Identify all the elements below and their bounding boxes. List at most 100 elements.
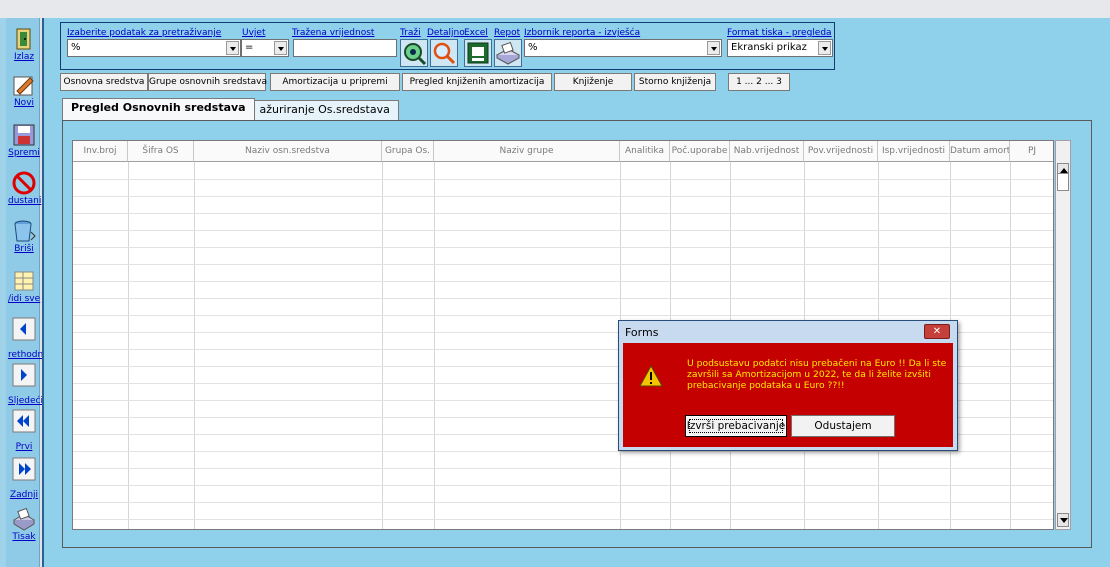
delete-label: Briši xyxy=(14,244,34,254)
view-all-button[interactable]: /idi sve xyxy=(8,268,40,305)
column-header-unit[interactable]: PJ xyxy=(1010,141,1053,162)
grid-column-line xyxy=(382,162,383,529)
tab-asset-overview[interactable]: Pregled Osnovnih sredstava xyxy=(62,98,255,120)
search-field-value: % xyxy=(71,42,81,53)
table-row[interactable] xyxy=(73,264,1053,265)
view-all-label: /idi sve xyxy=(8,294,41,304)
next-button[interactable]: Sljedeći xyxy=(8,362,43,407)
report-link[interactable]: Repot xyxy=(494,28,520,38)
search-link[interactable]: Traži xyxy=(400,28,421,38)
print-format-value: Ekranski prikaz xyxy=(731,42,807,53)
execute-conversion-button[interactable]: Izvrši prebacivanje xyxy=(685,415,787,437)
search-field-label[interactable]: Izaberite podatak za pretraživanje xyxy=(67,28,221,38)
euro-conversion-dialog: Forms ✕ U podsustavu podatci nisu prebač… xyxy=(618,320,958,451)
table-row[interactable] xyxy=(73,468,1053,469)
table-row[interactable] xyxy=(73,179,1053,180)
report-button[interactable] xyxy=(494,39,522,67)
chevron-down-icon[interactable] xyxy=(707,41,720,55)
nav-fixed-assets[interactable]: Osnovna sredstva xyxy=(60,73,148,91)
dialog-close-button[interactable]: ✕ xyxy=(924,324,950,339)
column-header-asset-group[interactable]: Grupa Os. xyxy=(382,141,434,162)
search-value-input[interactable] xyxy=(293,39,397,57)
new-pencil-icon xyxy=(11,72,37,98)
save-button[interactable]: Spremi xyxy=(8,122,40,159)
table-row[interactable] xyxy=(73,230,1053,231)
report-select-label[interactable]: Izbornik reporta - izvješća xyxy=(524,28,640,38)
detail-link[interactable]: Detaljno xyxy=(427,28,465,38)
exit-button[interactable]: Izlaz xyxy=(8,26,40,63)
nav-asset-groups[interactable]: Grupe osnovnih sredstava xyxy=(148,73,267,91)
condition-label[interactable]: Uvjet xyxy=(242,28,265,38)
condition-value: = xyxy=(245,42,254,53)
table-row[interactable] xyxy=(73,298,1053,299)
nav-depreciation-prep[interactable]: Amortizacija u pripremi xyxy=(270,73,400,91)
report-select[interactable]: % xyxy=(524,39,722,57)
exit-door-icon xyxy=(11,26,37,52)
table-row[interactable] xyxy=(73,281,1053,282)
previous-arrow-icon xyxy=(11,316,37,342)
print-format-select[interactable]: Ekranski prikaz xyxy=(727,39,833,57)
search-value-label[interactable]: Tražena vrijednost xyxy=(292,28,374,38)
print-label: Tisak xyxy=(12,532,36,542)
chevron-down-icon[interactable] xyxy=(818,41,831,55)
chevron-down-icon[interactable] xyxy=(226,41,239,55)
execute-conversion-label: Izvrši prebacivanje xyxy=(686,420,786,432)
nav-posted-depreciation[interactable]: Pregled knjiženih amortizacija xyxy=(402,73,552,91)
excel-link[interactable]: Excel xyxy=(464,28,488,38)
dialog-body: U podsustavu podatci nisu prebačeni na E… xyxy=(623,343,953,447)
scroll-thumb[interactable] xyxy=(1057,173,1069,191)
detail-button[interactable] xyxy=(430,39,458,67)
search-button[interactable] xyxy=(400,39,428,67)
column-header-group-name[interactable]: Naziv grupe xyxy=(434,141,620,162)
nav-posting-reversal[interactable]: Storno knjiženja xyxy=(634,73,716,91)
save-label: Spremi xyxy=(8,148,40,158)
search-field-select[interactable]: % xyxy=(67,39,241,57)
column-header-usage-start[interactable]: Poč.uporabe xyxy=(670,141,730,162)
excel-button[interactable] xyxy=(464,39,492,67)
column-header-revaluation[interactable]: Pov.vrijednosti xyxy=(804,141,878,162)
cancel-icon xyxy=(11,170,37,196)
table-row[interactable] xyxy=(73,213,1053,214)
column-header-asset-code[interactable]: Šifra OS xyxy=(128,141,194,162)
first-button[interactable]: Prvi xyxy=(8,408,40,453)
column-header-write-off[interactable]: Isp.vrijednosti xyxy=(878,141,950,162)
dialog-cancel-button[interactable]: Odustajem xyxy=(791,415,895,437)
grid-column-line xyxy=(194,162,195,529)
scroll-down-arrow-icon[interactable] xyxy=(1057,513,1069,527)
print-button[interactable]: Tisak xyxy=(8,506,40,543)
new-button[interactable]: Novi xyxy=(8,72,40,109)
chevron-down-icon[interactable] xyxy=(274,41,287,55)
new-label: Novi xyxy=(13,98,35,108)
dialog-cancel-label: Odustajem xyxy=(814,420,872,432)
grid-vertical-scrollbar[interactable] xyxy=(1055,140,1071,530)
table-row[interactable] xyxy=(73,502,1053,503)
table-row[interactable] xyxy=(73,315,1053,316)
delete-button[interactable]: Briši xyxy=(8,218,40,255)
table-row[interactable] xyxy=(73,451,1053,452)
report-print-icon xyxy=(495,41,521,65)
cancel-toolbar-button[interactable]: dustani xyxy=(8,170,41,207)
column-header-asset-name[interactable]: Naziv osn.sredstva xyxy=(194,141,382,162)
nav-posting[interactable]: Knjiženje xyxy=(554,73,632,91)
nav-page-selector[interactable]: 1 ... 2 ... 3 xyxy=(728,73,790,91)
magnifier-icon xyxy=(433,42,456,65)
dialog-message: U podsustavu podatci nisu prebačeni na E… xyxy=(687,358,947,391)
column-header-inv-no[interactable]: Inv.broj xyxy=(73,141,128,162)
column-header-purchase-value[interactable]: Nab.vrijednost xyxy=(730,141,804,162)
print-format-label[interactable]: Format tiska - pregleda xyxy=(727,28,832,38)
table-row[interactable] xyxy=(73,519,1053,520)
column-header-depreciation-date[interactable]: Datum amort xyxy=(950,141,1010,162)
previous-label: rethodni xyxy=(8,350,46,360)
condition-select[interactable]: = xyxy=(241,39,289,57)
table-row[interactable] xyxy=(73,247,1053,248)
table-row[interactable] xyxy=(73,196,1053,197)
next-label: Sljedeći xyxy=(8,396,43,406)
print-icon xyxy=(11,506,37,532)
last-button[interactable]: Zadnji xyxy=(8,456,40,501)
search-icon xyxy=(404,43,427,66)
view-all-icon xyxy=(11,268,37,294)
table-row[interactable] xyxy=(73,485,1053,486)
previous-button[interactable]: rethodni xyxy=(8,316,46,361)
grid-column-line xyxy=(1010,162,1011,529)
column-header-analytics[interactable]: Analitika xyxy=(620,141,670,162)
